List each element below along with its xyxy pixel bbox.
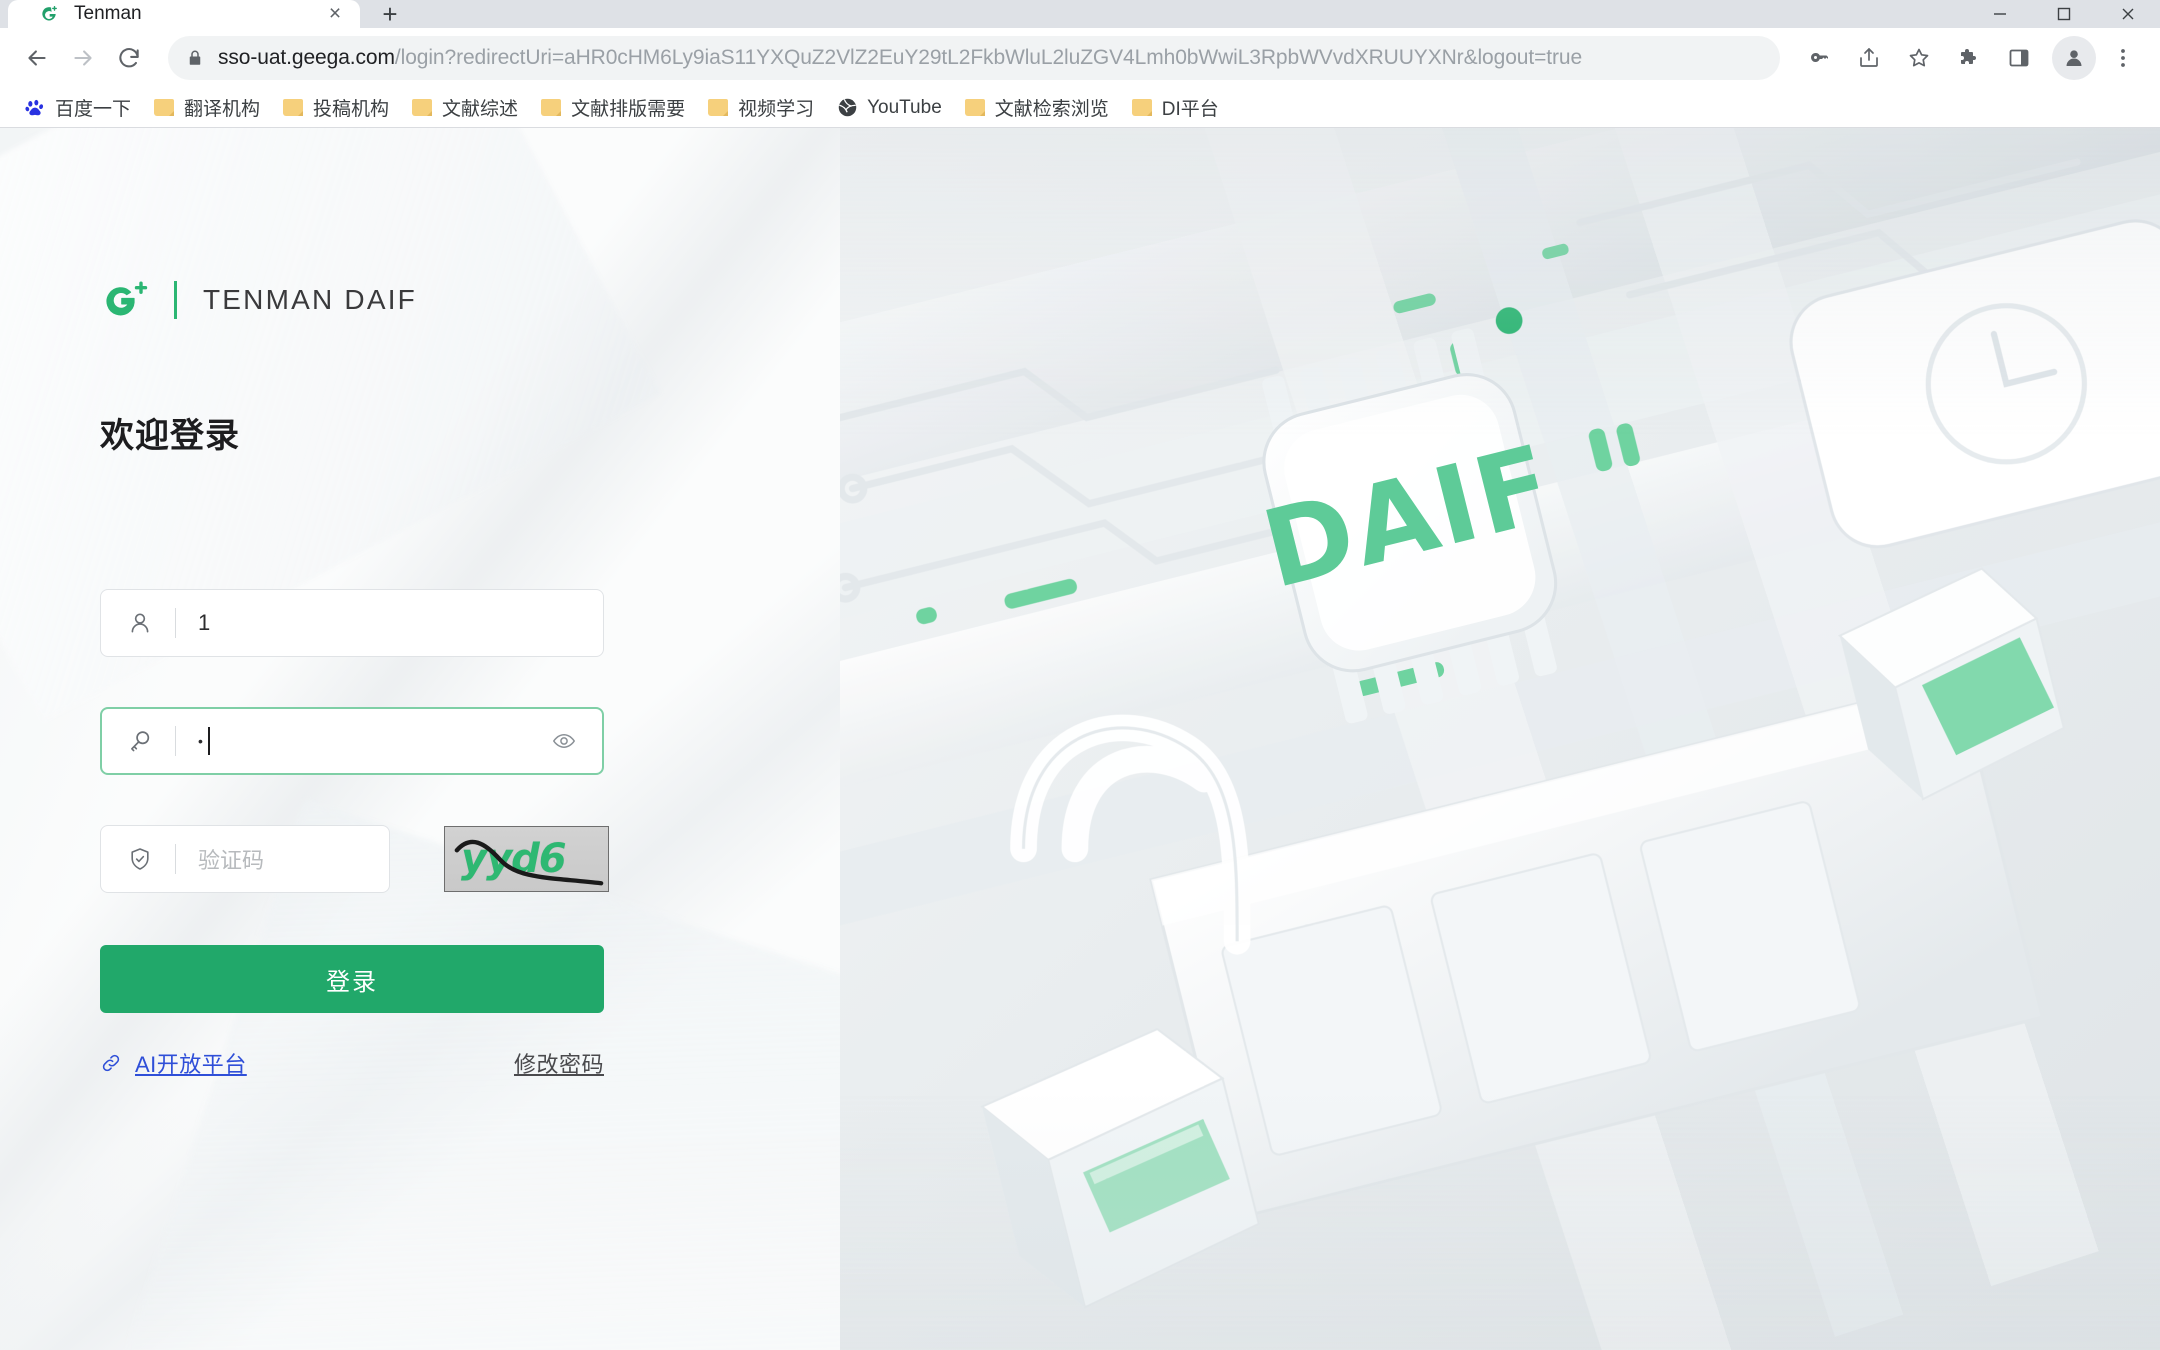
maximize-icon[interactable]: [2032, 0, 2096, 28]
login-card: TENMAN DAIF 欢迎登录 1 • 验证码 yyd6 登录 AI开放平台 …: [100, 280, 640, 1079]
captcha-noise-line: [454, 839, 604, 886]
brand-lockup: TENMAN DAIF: [100, 280, 640, 320]
window-controls: [1968, 0, 2160, 28]
browser-toolbar: sso-uat.geega.com/login?redirectUri=aHR0…: [0, 28, 2160, 88]
folder-icon: [540, 97, 562, 119]
secure-lock-icon: [186, 49, 204, 67]
field-divider: [175, 844, 176, 874]
bookmark-label: 文献排版需要: [571, 99, 686, 120]
captcha-field[interactable]: 验证码: [100, 825, 390, 893]
bookmark-label: DI平台: [1161, 99, 1219, 120]
link-icon: [100, 1052, 122, 1074]
bookmark-label: 视频学习: [738, 99, 815, 120]
minimize-icon[interactable]: [1968, 0, 2032, 28]
forward-arrow-icon[interactable]: [60, 35, 106, 81]
login-submit-button[interactable]: 登录: [100, 945, 604, 1013]
field-divider: [175, 608, 176, 638]
tab-close-icon[interactable]: ×: [322, 1, 348, 27]
shield-check-icon: [125, 844, 155, 874]
new-tab-button[interactable]: +: [370, 0, 410, 29]
change-password-link[interactable]: 修改密码: [514, 1047, 604, 1079]
address-bar-url: sso-uat.geega.com/login?redirectUri=aHR0…: [218, 46, 1582, 70]
password-input-value: •: [198, 727, 547, 755]
three-dot-menu-icon[interactable]: [2100, 35, 2146, 81]
page-title: 欢迎登录: [100, 417, 240, 455]
folder-icon: [153, 97, 175, 119]
bookmark-item[interactable]: 文献综述: [401, 91, 528, 125]
bookmark-item[interactable]: 百度一下: [14, 91, 141, 125]
bookmark-item[interactable]: YouTube: [826, 91, 952, 125]
url-host: sso-uat.geega.com: [218, 46, 395, 69]
ai-platform-link[interactable]: AI开放平台: [100, 1047, 247, 1079]
folder-icon: [1131, 97, 1153, 119]
bookmark-item[interactable]: 文献检索浏览: [954, 91, 1119, 125]
bookmarks-bar: 百度一下 翻译机构 投稿机构 文献综述 文献排版需要 视频学习 YouTube: [0, 88, 2160, 128]
bookmark-item[interactable]: 投稿机构: [272, 91, 399, 125]
bookmark-item[interactable]: DI平台: [1121, 91, 1229, 125]
eye-icon[interactable]: [547, 724, 581, 758]
brand-divider: [174, 281, 177, 319]
hero-circuit-graphic: DAIF: [840, 128, 2160, 1350]
bookmark-label: 文献综述: [442, 99, 519, 120]
g-plus-logo-icon: [100, 280, 152, 320]
captcha-row: 验证码 yyd6: [100, 825, 640, 893]
text-caret: [207, 727, 210, 755]
username-input-value: 1: [198, 610, 211, 635]
password-key-icon[interactable]: [1796, 35, 1842, 81]
folder-icon: [282, 97, 304, 119]
folder-icon: [964, 97, 986, 119]
captcha-input-placeholder: 验证码: [198, 848, 265, 873]
tenman-g-plus-favicon: [38, 3, 60, 25]
bookmark-label: YouTube: [867, 96, 942, 118]
close-icon[interactable]: [2096, 0, 2160, 28]
bookmark-item[interactable]: 视频学习: [697, 91, 824, 125]
hero-illustration-panel: DAIF: [840, 128, 2160, 1350]
bookmark-item[interactable]: 文献排版需要: [530, 91, 695, 125]
tab-title: Tenman: [74, 3, 142, 24]
ai-platform-link-label: AI开放平台: [135, 1052, 247, 1077]
bookmark-label: 文献检索浏览: [994, 99, 1109, 120]
extensions-puzzle-icon[interactable]: [1946, 35, 1992, 81]
profile-avatar-icon[interactable]: [2052, 36, 2096, 80]
field-divider: [175, 726, 176, 756]
reload-icon[interactable]: [106, 35, 152, 81]
address-bar[interactable]: sso-uat.geega.com/login?redirectUri=aHR0…: [168, 36, 1780, 80]
baidu-icon: [24, 97, 46, 119]
bookmark-star-icon[interactable]: [1896, 35, 1942, 81]
tab-strip: Tenman × +: [0, 0, 2160, 29]
youtube-icon: [836, 97, 858, 119]
bookmark-label: 百度一下: [55, 99, 132, 120]
username-field[interactable]: 1: [100, 589, 604, 657]
browser-tab[interactable]: Tenman ×: [8, 0, 360, 28]
login-links-row: AI开放平台 修改密码: [100, 1047, 604, 1079]
back-arrow-icon[interactable]: [14, 35, 60, 81]
folder-icon: [411, 97, 433, 119]
browser-window: Tenman × + sso-uat.geega.com/login?redir…: [0, 0, 2160, 1350]
page-viewport: TENMAN DAIF 欢迎登录 1 • 验证码 yyd6 登录 AI开放平台 …: [0, 128, 2160, 1350]
folder-icon: [707, 97, 729, 119]
side-panel-icon[interactable]: [1996, 35, 2042, 81]
password-field[interactable]: •: [100, 707, 604, 775]
key-icon: [125, 726, 155, 756]
captcha-image[interactable]: yyd6: [444, 826, 609, 892]
share-icon[interactable]: [1846, 35, 1892, 81]
login-panel: TENMAN DAIF 欢迎登录 1 • 验证码 yyd6 登录 AI开放平台 …: [0, 128, 840, 1350]
bookmark-label: 投稿机构: [313, 99, 390, 120]
hero-image: DAIF: [840, 128, 2160, 1350]
brand-name: TENMAN DAIF: [203, 284, 417, 315]
password-masked-chars: •: [198, 733, 205, 749]
bookmark-label: 翻译机构: [184, 99, 261, 120]
url-path: /login?redirectUri=aHR0cHM6Ly9iaS11YXQuZ…: [394, 46, 1583, 69]
user-icon: [125, 608, 155, 638]
bookmark-item[interactable]: 翻译机构: [143, 91, 270, 125]
